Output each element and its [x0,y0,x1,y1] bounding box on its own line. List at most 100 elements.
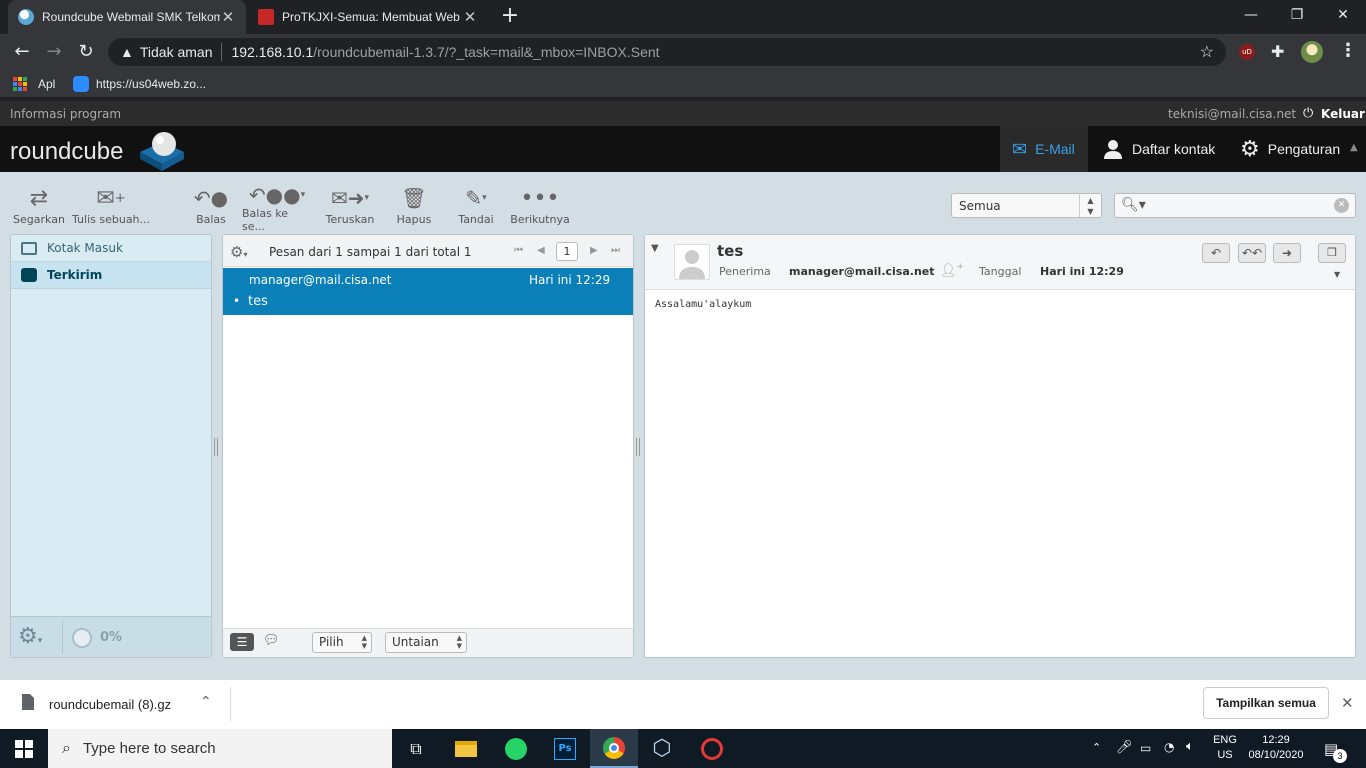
preview-reply-all-button[interactable]: ↶↶ [1238,243,1266,263]
folder-splitter-handle[interactable] [214,438,218,456]
security-label[interactable]: Tidak aman [140,44,213,60]
page-number-input[interactable]: 1 [556,242,578,261]
volume-icon[interactable]: 🔈︎ [1186,739,1194,754]
bookmark-apps[interactable]: Apl [38,77,55,91]
collapse-header-arrow-icon[interactable]: ▼ [651,243,659,254]
browser-menu-icon[interactable]: ⋮ [1339,40,1357,61]
inbox-tray-icon [21,241,37,255]
compose-label: Tulis sebuah... [72,213,151,226]
show-hidden-icons-chevron-icon[interactable]: ⌃ [1092,741,1101,754]
windows-start-icon[interactable] [15,740,33,758]
preview-reply-button[interactable]: ↶ [1202,243,1230,263]
download-filename[interactable]: roundcubemail (8).gz [49,697,171,712]
about-link[interactable]: Informasi program [10,107,121,121]
compose-button[interactable]: ✉ + Tulis sebuah... [72,183,150,228]
close-tab-icon[interactable]: ✕ [220,8,236,26]
reload-button[interactable]: ↻ [75,42,97,62]
message-subject: tes [248,294,268,309]
folder-inbox[interactable]: Kotak Masuk [11,235,211,262]
message-count-text: Pesan dari 1 sampai 1 dari total 1 [269,245,472,259]
list-options-gear-icon[interactable]: ⚙▾ [230,243,247,261]
search-icon[interactable]: 🔍︎▾ [1121,197,1146,213]
microphone-icon[interactable]: 🎤︎ [1116,740,1133,755]
photoshop-icon[interactable]: Ps [541,729,589,768]
mark-button[interactable]: ✎ ▾ Tandai [452,183,500,228]
download-menu-chevron-icon[interactable]: ⌃ [200,694,212,710]
virtualbox-cube-icon[interactable]: ⬡ [638,729,686,768]
more-button[interactable]: ••• Berikutnya [510,183,570,228]
whatsapp-icon[interactable] [492,729,540,768]
thread-view-icon[interactable]: 💬︎ [263,633,280,648]
tab-protkj[interactable]: ProTKJXI-Semua: Membuat Web ✕ [248,0,488,34]
restore-button[interactable]: ❐ [1274,0,1320,30]
collapse-header-icon[interactable]: ▲ [1350,142,1358,153]
new-tab-button[interactable]: + [498,5,522,29]
reply-button[interactable]: ↶● Balas [186,183,236,228]
recipient-address[interactable]: manager@mail.cisa.net [789,265,935,278]
folder-settings-gear-icon[interactable]: ⚙▾ [18,624,42,649]
url-host: 192.168.10.1 [231,44,314,60]
refresh-button[interactable]: ⇄ Segarkan [12,183,66,228]
next-page-icon[interactable]: ▶ [590,245,598,256]
bookmark-star-icon[interactable]: ☆ [1200,42,1214,62]
username-label: teknisi@mail.cisa.net [1168,107,1297,121]
mail-search-input[interactable]: 🔍︎▾ ✕ [1114,193,1356,218]
close-tab-icon[interactable]: ✕ [462,8,478,26]
profile-avatar[interactable] [1301,41,1323,63]
roundcube-logo-text: roundcube [10,138,124,165]
compose-envelope-icon: ✉ + [96,185,126,211]
add-contact-icon[interactable]: 👤︎+ [940,262,964,278]
delete-button[interactable]: 🗑 Hapus [394,183,434,228]
address-bar[interactable]: ▲ Tidak aman 192.168.10.1 /roundcubemail… [108,38,1226,66]
ublock-extension-icon[interactable]: uD [1239,44,1255,60]
preview-forward-button[interactable]: ➜ [1273,243,1301,263]
prev-page-icon[interactable]: ◀ [537,245,545,256]
app-red-icon[interactable] [688,729,736,768]
battery-icon[interactable]: ▭ [1140,741,1151,755]
envelope-icon: ✉ [1012,138,1028,159]
chrome-taskbar-icon[interactable] [590,729,638,768]
roundcube-topline [0,101,1366,126]
more-headers-arrow-icon[interactable]: ▼ [1334,270,1340,279]
bookmark-zoom[interactable]: https://us04web.zo... [96,77,206,91]
list-view-icon[interactable]: ☰ [230,633,254,651]
quota-pie-icon [72,628,92,648]
list-splitter-handle[interactable] [636,438,640,456]
last-page-icon[interactable]: ⏭ [611,245,620,256]
nav-settings[interactable]: ⚙ Pengaturan [1228,126,1353,172]
tab-roundcube[interactable]: Roundcube Webmail SMK Telkom ✕ [8,0,246,34]
clock[interactable]: 12:29 08/10/2020 [1244,733,1308,763]
open-new-window-button[interactable]: ❐ [1318,243,1346,263]
language-indicator[interactable]: ENG US [1212,733,1238,763]
back-button[interactable]: ← [11,42,33,62]
first-page-icon[interactable]: ⏮ [514,245,523,256]
show-all-downloads-button[interactable]: Tampilkan semua [1203,687,1329,719]
tab-title: Roundcube Webmail SMK Telkom [42,10,220,24]
close-downloads-icon[interactable]: ✕ [1341,694,1354,712]
reply-all-icon: ↶●● ▾ [248,183,306,207]
forward-envelope-icon: ✉➜ ▾ [330,186,370,210]
more-label: Berikutnya [510,213,570,226]
forward-button[interactable]: → [43,42,65,62]
taskbar-search-box[interactable]: ⌕ Type here to search [48,729,392,768]
forward-mail-button[interactable]: ✉➜ ▾ Teruskan [322,183,378,228]
reply-all-button[interactable]: ↶●● ▾ Balas ke se... [242,183,312,233]
task-view-icon[interactable]: ⧉ [392,729,440,768]
wifi-icon[interactable]: ◔ [1164,740,1174,754]
clear-search-icon[interactable]: ✕ [1334,198,1349,213]
message-preview-panel [644,234,1356,658]
file-explorer-icon[interactable] [442,729,490,768]
close-window-button[interactable]: ✕ [1320,0,1366,30]
logout-link[interactable]: Keluar [1321,107,1365,121]
threads-dropdown[interactable]: Untaian ▲ ▼ [385,632,467,653]
folder-list-panel [10,234,212,658]
clock-date: 08/10/2020 [1248,749,1304,761]
extensions-puzzle-icon[interactable]: ✚ [1271,42,1284,61]
minimize-button[interactable]: — [1228,0,1274,30]
message-filter-select[interactable]: Semua ▲ ▼ [951,193,1102,218]
nav-contacts[interactable]: Daftar kontak [1090,126,1230,172]
select-dropdown[interactable]: Pilih ▲ ▼ [312,632,372,653]
nav-email[interactable]: ✉ E-Mail [1000,126,1088,172]
folder-label: Terkirim [47,268,103,282]
folder-sent[interactable]: Terkirim [11,262,211,289]
